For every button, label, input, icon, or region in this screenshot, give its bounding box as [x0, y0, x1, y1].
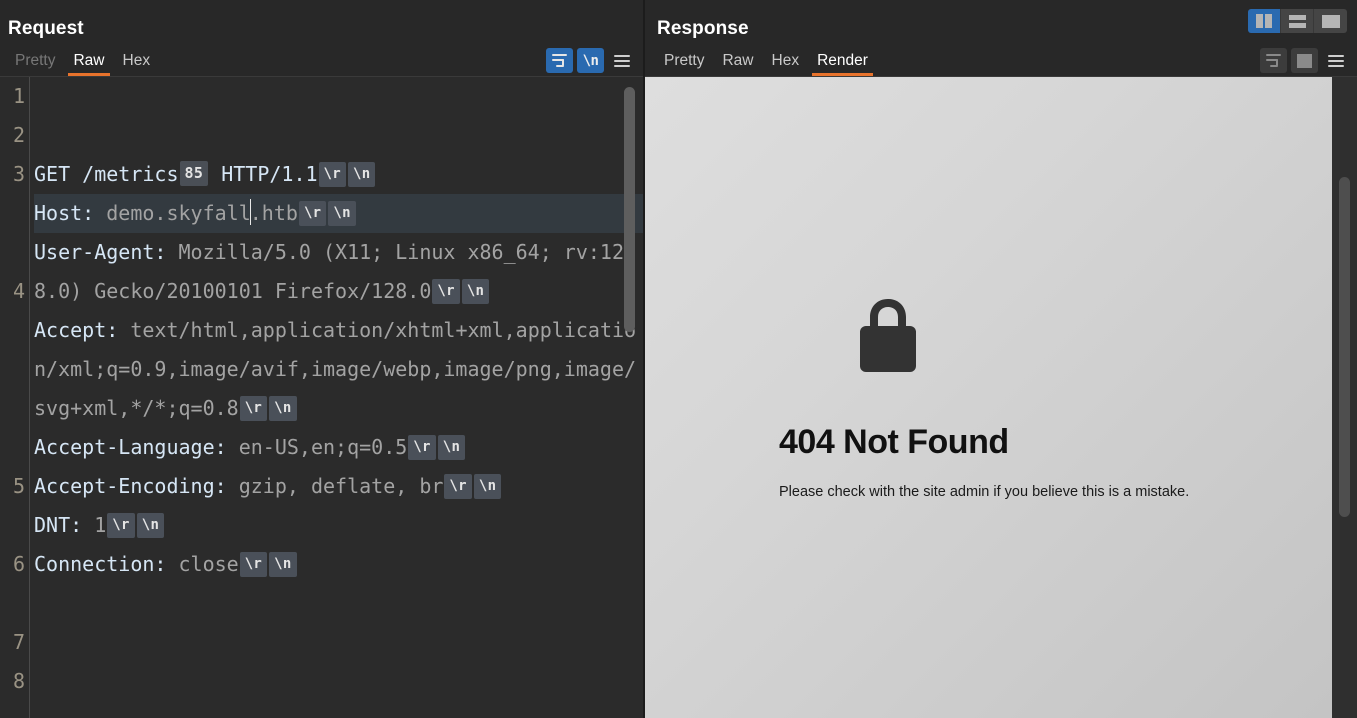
- error-title: 404 Not Found: [779, 423, 1009, 461]
- tab-response-pretty[interactable]: Pretty: [655, 46, 713, 76]
- request-pane: Request Pretty Raw Hex \n 1 2 3 4 5 6 7 …: [0, 0, 645, 718]
- request-tab-bar: Pretty Raw Hex \n: [0, 46, 643, 77]
- request-line-1: GET /metrics 85 HTTP/1.1 \r \n: [34, 155, 643, 194]
- tab-response-render[interactable]: Render: [808, 46, 877, 76]
- request-show-newlines-button[interactable]: \n: [577, 48, 604, 73]
- single-pane-layout-button[interactable]: [1314, 9, 1347, 33]
- response-menu-button[interactable]: [1322, 48, 1349, 73]
- cr-badge: \r: [239, 396, 268, 421]
- side-by-side-layout-button[interactable]: [1248, 9, 1281, 33]
- lf-badge: \n: [348, 162, 376, 187]
- header-value: gzip, deflate, br: [226, 474, 444, 498]
- header-value: text/html,application/xhtml+xml,applicat…: [34, 318, 637, 420]
- cr-badge: \r: [239, 552, 268, 577]
- request-line-7: DNT: 1 \r \n: [34, 506, 643, 545]
- header-value: close: [166, 552, 239, 576]
- request-line-3: User-Agent: Mozilla/5.0 (X11; Linux x86_…: [34, 233, 643, 311]
- response-pane: Response Pretty Raw Hex Render \n 404 No…: [645, 0, 1357, 718]
- nonprintable-badge: 85: [179, 161, 209, 186]
- show-newlines-icon: \n: [582, 52, 599, 69]
- request-raw-text[interactable]: GET /metrics 85 HTTP/1.1 \r \n Host: demo.sk…: [30, 77, 643, 718]
- response-render-area: 404 Not Found Please check with the site…: [645, 77, 1357, 718]
- single-pane-layout-icon: [1321, 14, 1340, 28]
- header-name: Host:: [34, 201, 95, 225]
- cr-badge: \r: [432, 279, 460, 304]
- header-value: 1: [82, 513, 107, 537]
- request-editor[interactable]: 1 2 3 4 5 6 7 8 GET /metrics 85 HTTP/1.1 \…: [0, 77, 643, 718]
- request-line-number-gutter: 1 2 3 4 5 6 7 8: [0, 77, 30, 718]
- request-panel-title: Request: [8, 18, 84, 39]
- lf-badge: \n: [269, 552, 297, 577]
- header-name: DNT:: [34, 513, 83, 537]
- line-number: 5: [12, 474, 25, 498]
- header-name: Accept-Encoding:: [34, 474, 227, 498]
- burp-message-editor: Request Pretty Raw Hex \n 1 2 3 4 5 6 7 …: [0, 0, 1357, 718]
- response-show-newlines-button[interactable]: \n: [1291, 48, 1318, 73]
- lf-badge: \n: [269, 396, 297, 421]
- line-number: 4: [12, 279, 25, 303]
- request-line-5: Accept-Language: en-US,en;q=0.5 \r \n: [34, 428, 643, 467]
- request-vertical-scrollbar[interactable]: [624, 87, 635, 332]
- tab-request-pretty[interactable]: Pretty: [6, 46, 64, 76]
- cr-badge: \r: [107, 513, 135, 538]
- header-value-tail: .htb: [249, 201, 298, 225]
- stacked-layout-icon: [1288, 14, 1306, 28]
- side-by-side-layout-icon: [1256, 14, 1272, 28]
- cr-badge: \r: [408, 435, 436, 460]
- header-name: Connection:: [34, 552, 167, 576]
- line-number: 2: [12, 123, 25, 147]
- line-number: 7: [12, 630, 25, 654]
- lf-badge: \n: [136, 513, 165, 538]
- line-number: 8: [12, 669, 25, 693]
- request-line-2: Host: demo.skyfall.htb \r \n: [34, 194, 643, 233]
- header-value: en-US,en;q=0.5: [226, 435, 408, 459]
- rendered-web-page: 404 Not Found Please check with the site…: [645, 77, 1332, 718]
- header-value: demo.skyfall: [94, 201, 251, 225]
- request-word-wrap-button[interactable]: [546, 48, 573, 73]
- request-menu-button[interactable]: [608, 48, 635, 73]
- error-subtitle: Please check with the site admin if you …: [779, 484, 1190, 500]
- cr-badge: \r: [444, 474, 472, 499]
- request-protocol: HTTP/1.1: [209, 162, 318, 186]
- request-line-8: Connection: close \r \n: [34, 545, 643, 584]
- request-line-6: Accept-Encoding: gzip, deflate, br \r \n: [34, 467, 643, 506]
- cr-badge: \r: [318, 162, 347, 187]
- tab-response-raw[interactable]: Raw: [713, 46, 762, 76]
- request-tool-buttons: \n: [546, 48, 635, 73]
- line-number: 6: [12, 552, 25, 576]
- header-name: Accept:: [34, 318, 119, 342]
- request-method: GET: [34, 162, 83, 186]
- tab-request-hex[interactable]: Hex: [114, 46, 160, 76]
- header-name: User-Agent:: [34, 240, 167, 264]
- request-path: /metrics: [82, 162, 179, 186]
- tab-request-raw[interactable]: Raw: [64, 46, 113, 76]
- menu-icon: [1327, 54, 1344, 67]
- word-wrap-icon: [552, 54, 567, 67]
- lock-icon: [860, 299, 916, 372]
- response-tool-buttons: \n: [1260, 48, 1349, 73]
- lf-badge: \n: [473, 474, 502, 499]
- lf-badge: \n: [437, 435, 466, 460]
- menu-icon: [613, 54, 630, 67]
- response-tab-bar: Pretty Raw Hex Render \n: [645, 46, 1357, 77]
- header-name: Accept-Language:: [34, 435, 227, 459]
- line-number: 1: [12, 84, 25, 108]
- line-number: 3: [12, 162, 25, 186]
- cr-badge: \r: [298, 201, 327, 226]
- stacked-layout-button[interactable]: [1281, 9, 1314, 33]
- request-line-4: Accept: text/html,application/xhtml+xml,…: [34, 311, 643, 428]
- response-word-wrap-button[interactable]: [1260, 48, 1287, 73]
- tab-response-hex[interactable]: Hex: [763, 46, 809, 76]
- word-wrap-icon: [1266, 54, 1281, 67]
- lf-badge: \n: [328, 201, 356, 226]
- response-vertical-scrollbar[interactable]: [1339, 177, 1350, 517]
- lf-badge: \n: [461, 279, 490, 304]
- layout-toggle-group: [1248, 9, 1347, 33]
- show-newlines-icon: \n: [1296, 52, 1313, 69]
